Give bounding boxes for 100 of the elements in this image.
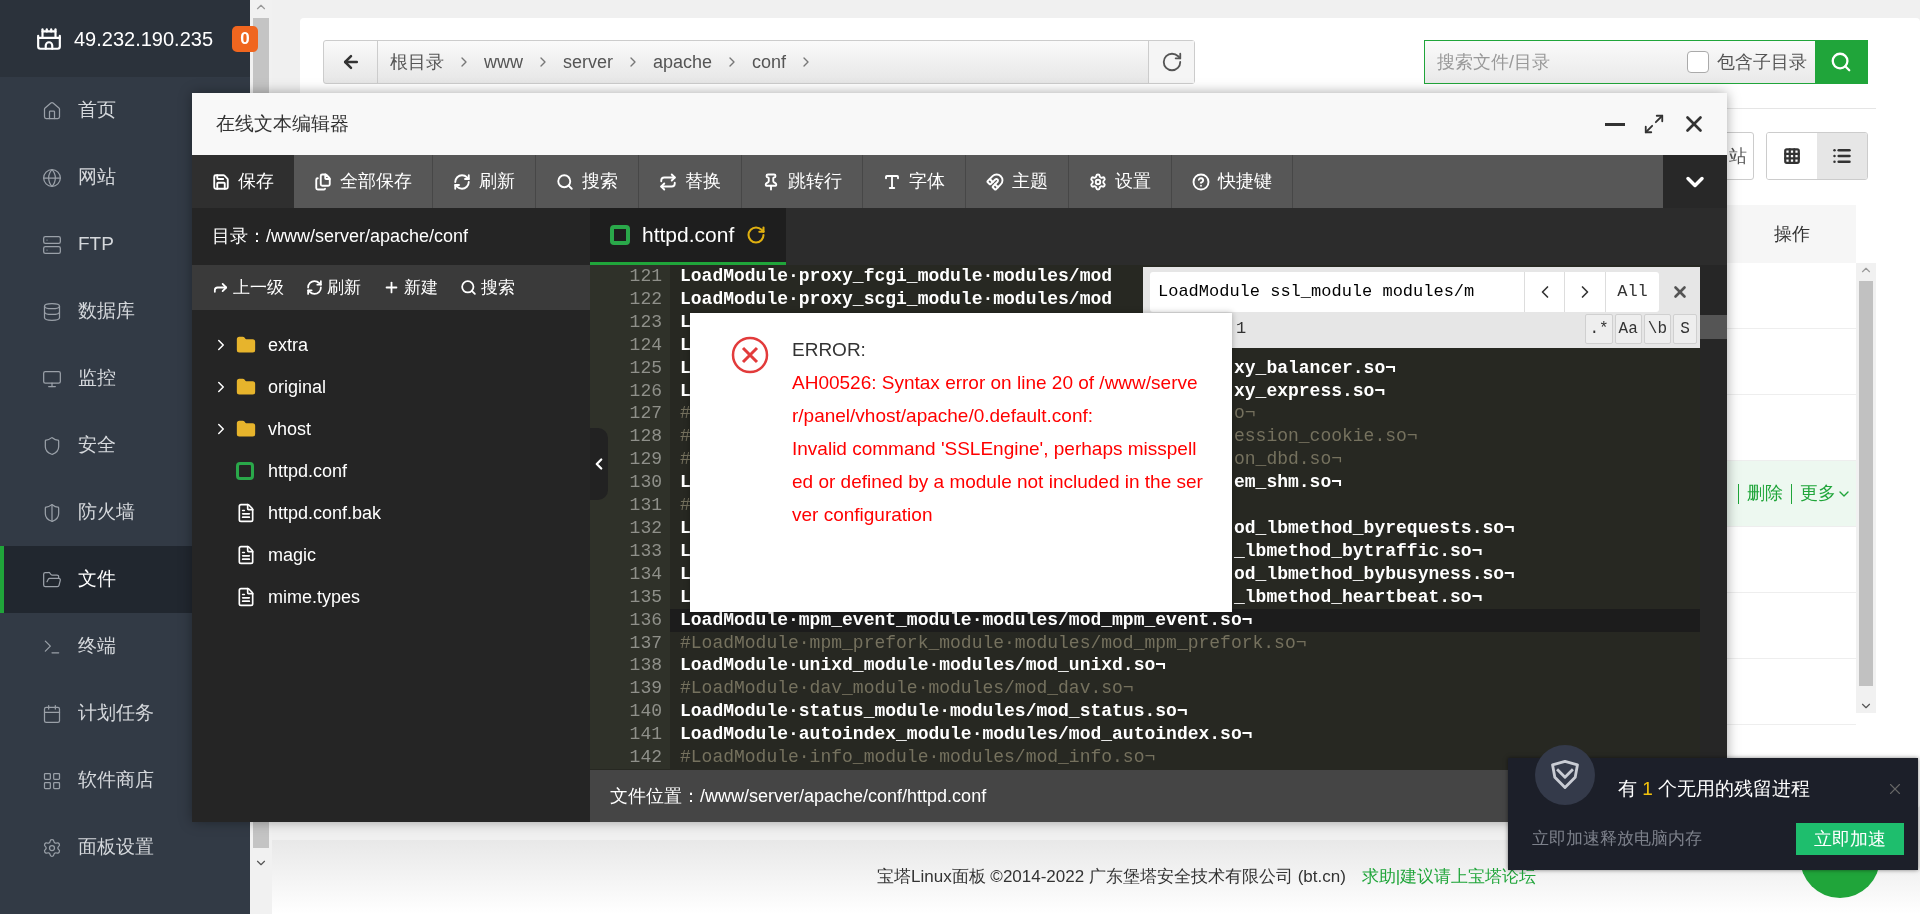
refresh-icon	[306, 279, 323, 296]
file-action-button[interactable]: 上一级	[212, 274, 284, 301]
code-line: L	[680, 586, 691, 607]
error-title: ERROR:	[792, 338, 867, 362]
toolbar-button[interactable]: 保存	[192, 155, 294, 208]
code-line: LoadModule·mpm_event_module·modules/mod_mpm_event.so¬	[680, 608, 1253, 632]
scrollbar[interactable]	[1856, 263, 1876, 713]
folder-icon	[236, 335, 256, 355]
code-line: L	[680, 380, 691, 401]
line-number: 125	[590, 356, 670, 380]
checkbox[interactable]	[1687, 51, 1709, 73]
find-input[interactable]: LoadModule ssl_module modules/m	[1150, 272, 1524, 312]
search-option-button[interactable]: Aa	[1614, 314, 1642, 344]
directory-path: 目录：/www/server/apache/conf	[212, 225, 469, 248]
code-line: L	[680, 563, 691, 584]
file-name: extra	[268, 333, 309, 357]
sidebar-item[interactable]: 计划任务	[0, 680, 250, 747]
folder-icon	[236, 419, 256, 439]
line-number: 131	[590, 494, 670, 517]
file-action-button[interactable]: 搜索	[460, 274, 515, 301]
file-name: magic	[268, 543, 316, 567]
refresh-icon	[453, 172, 471, 191]
code-line: #	[680, 426, 691, 447]
file-location: 文件位置：/www/server/apache/conf/httpd.conf	[610, 784, 987, 808]
line-number: 122	[590, 287, 670, 311]
file-tab[interactable]: httpd.conf	[590, 208, 787, 265]
server-icon	[42, 234, 62, 255]
code-line: #LoadModule·info_module·modules/mod_info.so¬	[680, 746, 1156, 769]
list-view-button[interactable]	[1817, 133, 1867, 179]
line-number: 126	[590, 379, 670, 403]
breadcrumb-link[interactable]: server	[563, 48, 613, 76]
line-number: 121	[590, 265, 670, 288]
code-line: LoadModule·proxy_scgi_module·modules/mod	[680, 287, 1113, 311]
code-line: ession_cookie.so¬	[1234, 425, 1418, 449]
replace-icon	[659, 172, 677, 191]
search-option-button[interactable]: .*	[1585, 314, 1613, 344]
code-line: L	[680, 540, 691, 561]
sidebar-item[interactable]: 面板设置	[0, 814, 250, 881]
error-message: Invalid command 'SSLEngine', perhaps misspelled or defined by a module not included in the server configuration	[792, 437, 1204, 527]
shield-icon	[1548, 758, 1582, 792]
refresh-button[interactable]	[1148, 41, 1194, 83]
breadcrumb-link[interactable]: www	[484, 48, 523, 76]
settings-icon	[42, 837, 62, 858]
search-icon	[460, 279, 477, 296]
folder-icon	[42, 569, 62, 590]
code-line: #	[680, 494, 691, 517]
code-line: LoadModule·autoindex_module·modules/mod_autoindex.so¬	[680, 723, 1253, 747]
checkbox-label: 包含子目录	[1717, 50, 1807, 74]
settings-icon	[1089, 172, 1107, 191]
code-line: #LoadModule·dav_module·modules/mod_dav.so¬	[680, 677, 1134, 701]
match-count: 1	[1235, 318, 1247, 341]
code-line: L	[680, 517, 691, 538]
line-number: 133	[590, 539, 670, 563]
code-line: L	[680, 333, 691, 357]
file-action-button[interactable]: 刷新	[306, 274, 361, 301]
file-action-button[interactable]: 新建	[383, 274, 438, 301]
search-option-button[interactable]: S	[1673, 314, 1697, 344]
line-number: 136	[590, 608, 670, 632]
line-number: 123	[590, 310, 670, 334]
line-number: 132	[590, 516, 670, 540]
code-line: L	[680, 472, 691, 493]
search-icon	[1830, 51, 1852, 73]
home-icon	[42, 100, 62, 121]
file-name: original	[268, 375, 327, 399]
error-icon	[730, 335, 770, 375]
search-option-button[interactable]: \b	[1643, 314, 1671, 344]
config-file-icon	[610, 225, 630, 245]
search-input[interactable]: 搜索文件/目录	[1425, 41, 1687, 83]
help-icon	[1192, 172, 1210, 191]
shield-icon	[42, 435, 62, 456]
minimize-icon	[1605, 122, 1625, 126]
code-line: _lbmethod_heartbeat.so¬	[1234, 585, 1483, 609]
breadcrumb-link[interactable]: 根目录	[390, 48, 444, 76]
code-line: xy_express.so¬	[1234, 379, 1386, 403]
font-icon	[883, 172, 901, 191]
breadcrumb-link[interactable]: apache	[653, 48, 713, 76]
code-line: _lbmethod_bytraffic.so¬	[1234, 539, 1483, 563]
copyright-text: 宝塔Linux面板 ©2014-2022 广东堡塔安全技术有限公司 (bt.cn)	[877, 866, 1346, 889]
calendar-icon	[42, 703, 62, 724]
line-number: 138	[590, 654, 670, 678]
file-search-field[interactable]: 搜索文件/目录 包含子目录	[1424, 40, 1868, 84]
line-number: 141	[590, 723, 670, 747]
sidebar-item[interactable]: 软件商店	[0, 747, 250, 814]
collapse-panel-handle[interactable]	[590, 428, 608, 500]
line-number: 142	[590, 746, 670, 769]
column-header: 操作	[1774, 222, 1810, 246]
line-number: 140	[590, 700, 670, 724]
maximize-button[interactable]	[1643, 113, 1665, 135]
code-line: xy_balancer.so¬	[1234, 356, 1397, 380]
code-line: LoadModule·status_module·modules/mod_status.so¬	[680, 700, 1188, 724]
shield-icon	[42, 502, 62, 523]
breadcrumb-link[interactable]: conf	[752, 48, 787, 76]
config-file-icon	[236, 462, 254, 480]
find-all-button[interactable]: All	[1605, 272, 1659, 312]
close-icon[interactable]	[1671, 283, 1689, 301]
magnet-icon	[986, 172, 1004, 191]
list-icon	[1832, 146, 1852, 166]
notification-title: 有 1 个无用的残留进程	[1618, 776, 1811, 801]
search-button[interactable]	[1815, 41, 1867, 83]
code-line: L	[680, 357, 691, 378]
